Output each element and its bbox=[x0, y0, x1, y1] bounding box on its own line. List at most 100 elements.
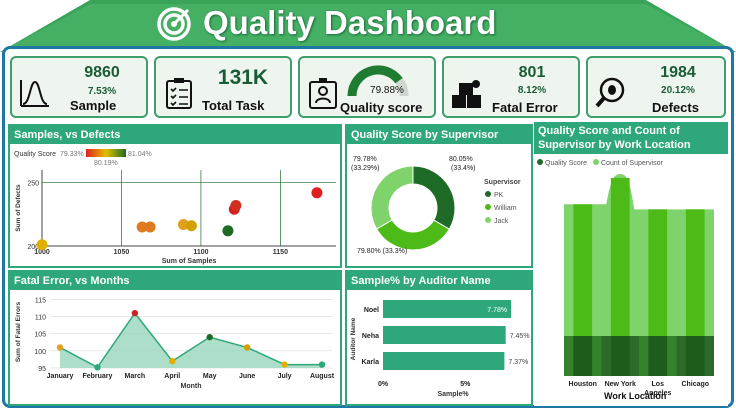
target-icon bbox=[157, 7, 191, 41]
supervisor-panel-title: Quality Score by Supervisor bbox=[347, 126, 531, 144]
kpi-quality-score-label: Quality score bbox=[340, 100, 423, 115]
fatal-x-tick: May bbox=[203, 373, 217, 380]
location-x-tick: Chicago bbox=[681, 381, 709, 388]
kpi-fatal-error-label: Fatal Error bbox=[492, 100, 558, 115]
clipboard-icon bbox=[166, 78, 192, 109]
auditor-bar bbox=[383, 326, 506, 344]
fatal-x-label: Month bbox=[181, 383, 202, 390]
auditor-x-tick: 0% bbox=[378, 381, 389, 388]
scatter-x-tick: 1150 bbox=[273, 249, 288, 256]
fatal-point bbox=[131, 309, 139, 317]
quality-score-gradient bbox=[86, 149, 126, 157]
fatal-y-tick: 95 bbox=[38, 366, 46, 373]
bug-search-icon bbox=[595, 77, 625, 108]
work-location-panel: Quality Score and Count of Supervisor by… bbox=[534, 122, 728, 406]
samples-defects-title: Samples, vs Defects bbox=[10, 126, 340, 144]
legend-max-label: 81.04% bbox=[128, 151, 152, 158]
donut-label-jack: 79.80% (33.3%) bbox=[357, 248, 407, 255]
fatal-point bbox=[281, 361, 288, 368]
scatter-point bbox=[144, 221, 156, 233]
fatal-y-label: Sum of Fatal Errors bbox=[15, 301, 22, 362]
kpi-fatal-error-card[interactable]: 801 8.12% Fatal Error bbox=[442, 56, 580, 118]
auditor-bar-chart[interactable]: Noel 7.78% Neha 7.45% Karla 7.37% 0% 5% Sample% A… bbox=[347, 290, 531, 404]
scatter-point bbox=[311, 187, 323, 199]
supervisor-panel: Quality Score by Supervisor 79.78% (33.2… bbox=[345, 124, 533, 268]
quality-score-legend-label: Quality Score bbox=[14, 151, 56, 158]
location-base-band-inner bbox=[685, 336, 705, 376]
location-x-tick: New York bbox=[605, 381, 636, 388]
scatter-point bbox=[185, 220, 197, 232]
auditor-x-label: Sample% bbox=[437, 391, 469, 398]
supervisor-legend-item: Jack bbox=[494, 218, 509, 225]
fatal-y-tick: 100 bbox=[34, 349, 46, 356]
donut-slice-jack bbox=[370, 165, 414, 230]
scatter-y-label: Sum of Defects bbox=[15, 184, 22, 232]
fatal-y-tick: 115 bbox=[35, 297, 46, 304]
scatter-x-label: Sum of Samples bbox=[162, 258, 217, 265]
supervisor-legend-item: PK bbox=[494, 192, 504, 199]
kpi-total-task-label: Total Task bbox=[202, 98, 265, 113]
auditor-value-label: 7.37% bbox=[508, 359, 528, 366]
supervisor-legend-item: William bbox=[494, 205, 517, 212]
kpi-fatal-error-value: 801 bbox=[518, 64, 546, 81]
kpi-total-task-card[interactable]: 131K Total Task bbox=[154, 56, 292, 118]
location-base-band-inner bbox=[648, 336, 668, 376]
fatal-y-tick: 110 bbox=[35, 315, 46, 322]
kpi-defects-label: Defects bbox=[652, 100, 699, 115]
bomb-boxes-icon bbox=[452, 80, 481, 108]
fatal-x-tick: February bbox=[82, 373, 112, 380]
work-location-title-line1: Quality Score and Count of bbox=[538, 125, 680, 137]
supervisor-donut-chart[interactable]: 79.78% (33.29%) 80.05% (33.4%) 79.80% (3… bbox=[347, 144, 531, 266]
scatter-point bbox=[222, 225, 234, 237]
kpi-defects-sub: 20.12% bbox=[661, 85, 695, 96]
scatter-x-tick: 1050 bbox=[114, 249, 130, 256]
scatter-plot-area: 1000 1050 1100 1150200250Sum of SamplesSum … bbox=[15, 170, 336, 265]
work-location-title: Quality Score and Count of Supervisor by… bbox=[534, 122, 728, 154]
fatal-x-tick: July bbox=[278, 373, 292, 380]
auditor-y-label: Auditor Name bbox=[350, 317, 357, 360]
id-badge-icon bbox=[309, 78, 337, 109]
kpi-total-task-value: 131K bbox=[217, 66, 269, 89]
fatal-error-title: Fatal Error, vs Months bbox=[10, 272, 340, 290]
location-x-tick: Houston bbox=[569, 381, 597, 388]
auditor-panel: Sample% by Auditor Name Noel 7.78% Neha 7.4… bbox=[345, 270, 533, 406]
supervisor-legend-title: Supervisor bbox=[484, 179, 521, 186]
fatal-point bbox=[318, 361, 326, 368]
kpi-sample-label: Sample bbox=[70, 98, 117, 113]
kpi-quality-score-card[interactable]: 79.88% Quality score bbox=[298, 56, 436, 118]
donut-label-william-pct: 79.78% bbox=[353, 156, 377, 163]
legend-quality-score: Quality Score bbox=[545, 160, 587, 167]
bell-curve-icon bbox=[20, 80, 49, 107]
location-x-tick: Los bbox=[652, 381, 665, 388]
fatal-x-tick: April bbox=[164, 373, 180, 380]
donut-label-pk-share: (33.4%) bbox=[451, 165, 476, 172]
donut-slice-william bbox=[375, 219, 450, 251]
auditor-y-tick: Noel bbox=[364, 307, 379, 314]
work-location-xlabel: Work Location bbox=[604, 391, 666, 401]
kpi-defects-value: 1984 bbox=[660, 64, 696, 81]
donut-slices bbox=[370, 165, 456, 251]
fatal-error-chart[interactable]: 95100105110115January February March April M… bbox=[10, 290, 340, 404]
scatter-x-tick: 1100 bbox=[193, 249, 208, 256]
kpi-sample-card[interactable]: 9860 7.53% Sample bbox=[10, 56, 148, 118]
auditor-y-tick: Neha bbox=[362, 333, 379, 340]
supervisor-legend-swatch bbox=[485, 217, 491, 223]
location-base-band-inner bbox=[573, 336, 593, 376]
kpi-quality-score-value: 79.88% bbox=[370, 85, 404, 96]
supervisor-legend-swatch bbox=[485, 191, 491, 197]
kpi-defects-card[interactable]: 1984 20.12% Defects bbox=[586, 56, 726, 118]
auditor-panel-title: Sample% by Auditor Name bbox=[347, 272, 531, 290]
donut-label-pk-pct: 80.05% bbox=[449, 156, 473, 163]
scatter-point bbox=[230, 199, 242, 211]
fatal-point bbox=[169, 357, 176, 365]
location-plot-area: Houston New York LosAngelesChicago bbox=[564, 174, 714, 397]
work-location-title-line2: Supervisor by Work Location bbox=[538, 139, 691, 151]
fatal-x-tick: March bbox=[125, 373, 146, 380]
supervisor-legend: PK William Jack bbox=[485, 191, 517, 225]
kpi-sample-sub: 7.53% bbox=[87, 86, 117, 97]
work-location-chart[interactable]: Quality Score Count of Supervisor Housto… bbox=[534, 154, 728, 406]
legend-min-label: 79.33% bbox=[60, 151, 84, 158]
samples-defects-chart[interactable]: Quality Score 79.33% 81.04% 80.19% 1000 1… bbox=[10, 144, 340, 266]
fatal-plot-area: 95100105110115January February March April M… bbox=[15, 297, 335, 390]
fatal-area bbox=[60, 313, 322, 368]
